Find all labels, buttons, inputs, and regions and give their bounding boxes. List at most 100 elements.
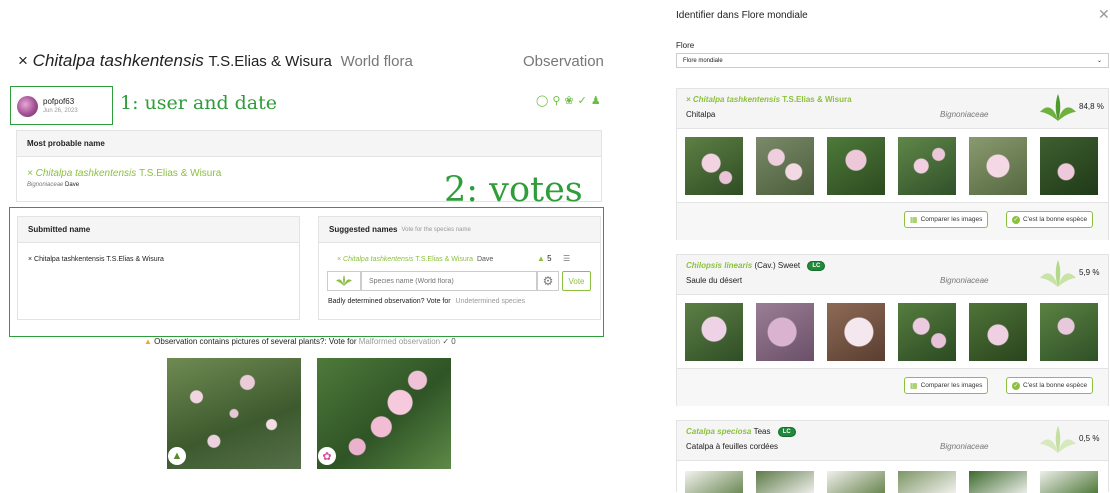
correct-species-button[interactable]: ✓ C'est la bonne espèce [1006, 211, 1094, 228]
badly-determined-text: Badly determined observation? Vote for [328, 298, 451, 305]
voters-list-icon[interactable]: ☰ [563, 254, 570, 263]
observation-photo[interactable] [167, 358, 301, 469]
result-common-name: Chitalpa [686, 110, 716, 119]
result-thumbnail[interactable] [827, 471, 885, 493]
result-thumbnail[interactable] [898, 303, 956, 361]
suggested-species-author: T.S.Elias & Wisura [415, 256, 473, 263]
result-species-name[interactable]: × Chitalpa tashkentensis [686, 95, 780, 104]
close-icon[interactable]: ✕ [1098, 6, 1110, 23]
annotation-votes: 2: votes [444, 170, 583, 210]
result-card-header: × Chitalpa tashkentensis T.S.Elias & Wis… [677, 89, 1108, 129]
result-thumbnail[interactable] [898, 137, 956, 195]
vote-button[interactable]: Vote [562, 271, 591, 291]
location-pin-icon[interactable]: ⚲ [552, 96, 560, 107]
result-thumbnail[interactable] [969, 137, 1027, 195]
result-thumbnail[interactable] [756, 303, 814, 361]
tree-icon: ▲ [168, 447, 186, 465]
suggested-species[interactable]: × Chitalpa tashkentensis T.S.Elias & Wis… [337, 256, 493, 263]
submitted-name: × Chitalpa tashkentensis T.S.Elias & Wis… [28, 256, 164, 263]
users-icon[interactable]: ♟ [591, 96, 601, 107]
thumbs-up-icon: ▲ [537, 254, 545, 263]
compare-images-button[interactable]: ▦ Comparer les images [904, 377, 989, 394]
gear-icon: ⚙ [542, 274, 554, 288]
result-card-header: Chilopsis linearis (Cav.) Sweet LC Saule… [677, 255, 1108, 295]
correct-species-label: C'est la bonne espèce [1023, 216, 1088, 223]
result-common-name: Saule du désert [686, 276, 743, 285]
malformed-observation-link[interactable]: Malformed observation [359, 337, 440, 346]
leaf-icon [336, 275, 352, 286]
observation-photo[interactable] [317, 358, 451, 469]
result-thumbnail[interactable] [969, 471, 1027, 493]
result-thumbnail[interactable] [756, 137, 814, 195]
most-probable-family: Bignoniaceae [27, 182, 64, 188]
result-card: Chilopsis linearis (Cav.) Sweet LC Saule… [676, 254, 1109, 406]
result-thumbnail[interactable] [685, 303, 743, 361]
submitted-name-card: Submitted name [17, 216, 300, 320]
malformed-check-icon[interactable]: ✓ [442, 337, 449, 346]
flora-name[interactable]: World flora [341, 53, 413, 70]
username[interactable]: pofpof63 [43, 97, 74, 106]
most-probable-species[interactable]: × Chitalpa tashkentensis T.S.Elias & Wis… [27, 168, 221, 179]
result-thumbnail[interactable] [1040, 137, 1098, 195]
result-species[interactable]: × Chitalpa tashkentensis T.S.Elias & Wis… [686, 95, 852, 104]
title-species: Chitalpa tashkentensis [32, 51, 204, 70]
result-score: 0,5 % [1079, 434, 1100, 443]
result-species[interactable]: Chilopsis linearis (Cav.) Sweet LC [686, 261, 826, 271]
result-thumbnail[interactable] [1040, 471, 1098, 493]
flore-selected-value: Flore mondiale [683, 57, 723, 64]
compare-images-label: Comparer les images [920, 382, 983, 389]
most-probable-name-header: Most probable name [17, 131, 601, 157]
page-title: × Chitalpa tashkentensis T.S.Elias & Wis… [18, 51, 413, 71]
observation-date: Jun 26, 2023 [43, 108, 78, 114]
plant-icon[interactable]: ❀ [564, 96, 573, 107]
check-circle-icon[interactable]: ✓ [578, 96, 587, 107]
result-thumbnail[interactable] [827, 303, 885, 361]
compare-images-button[interactable]: ▦ Comparer les images [904, 211, 989, 228]
result-thumbnails [685, 471, 1098, 493]
species-name-input[interactable] [361, 271, 537, 291]
suggested-names-hint: Vote for the species name [401, 226, 471, 233]
result-thumbnail[interactable] [969, 303, 1027, 361]
leaf-button[interactable] [327, 271, 361, 291]
result-thumbnail[interactable] [685, 137, 743, 195]
result-species-name[interactable]: Chilopsis linearis [686, 261, 752, 270]
image-icon: ▦ [910, 215, 918, 224]
observation-label: Observation [523, 53, 604, 70]
most-probable-species-name[interactable]: × Chitalpa tashkentensis [27, 168, 136, 179]
identify-panel-title: Identifier dans Flore mondiale [676, 10, 808, 21]
undetermined-species-link[interactable]: Undetermined species [456, 298, 526, 305]
suggested-species-name[interactable]: × Chitalpa tashkentensis [337, 256, 413, 263]
result-species-name[interactable]: Catalpa speciosa [686, 427, 751, 436]
result-thumbnail[interactable] [1040, 303, 1098, 361]
correct-species-button[interactable]: ✓ C'est la bonne espèce [1006, 377, 1094, 394]
suggested-voter[interactable]: Dave [477, 256, 493, 263]
most-probable-voter[interactable]: Dave [65, 182, 79, 188]
warning-icon: ▲ [144, 337, 152, 346]
flore-label: Flore [676, 41, 695, 50]
lc-status-badge: LC [807, 261, 826, 271]
settings-button[interactable]: ⚙ [537, 271, 559, 291]
result-thumbnail[interactable] [756, 471, 814, 493]
compare-images-label: Comparer les images [920, 216, 983, 223]
result-thumbnails [685, 303, 1098, 361]
result-thumbnail[interactable] [685, 471, 743, 493]
result-thumbnail[interactable] [898, 471, 956, 493]
flower-icon: ✿ [318, 447, 336, 465]
chevron-down-icon: ⌄ [1096, 58, 1102, 64]
badly-determined-prompt: Badly determined observation? Vote for U… [328, 298, 525, 305]
title-prefix: × [18, 51, 28, 70]
result-species-author: T.S.Elias & Wisura [782, 95, 852, 104]
result-score: 5,9 % [1079, 268, 1100, 277]
result-card-header: Catalpa speciosa Teas LC Catalpa à feuil… [677, 421, 1108, 461]
result-card-footer: ▦ Comparer les images ✓ C'est la bonne e… [677, 368, 1108, 406]
flore-select[interactable]: Flore mondiale ⌄ [676, 53, 1109, 68]
result-species[interactable]: Catalpa speciosa Teas LC [686, 427, 796, 437]
result-family: Bignoniaceae [940, 110, 989, 119]
vote-count[interactable]: ▲ 5 [537, 254, 552, 263]
comment-icon[interactable]: ◯ [536, 96, 548, 107]
result-thumbnail[interactable] [827, 137, 885, 195]
suggested-names-title: Suggested names [329, 225, 398, 234]
result-score: 84,8 % [1079, 102, 1104, 111]
avatar[interactable] [17, 96, 38, 117]
result-thumbnails [685, 137, 1098, 195]
